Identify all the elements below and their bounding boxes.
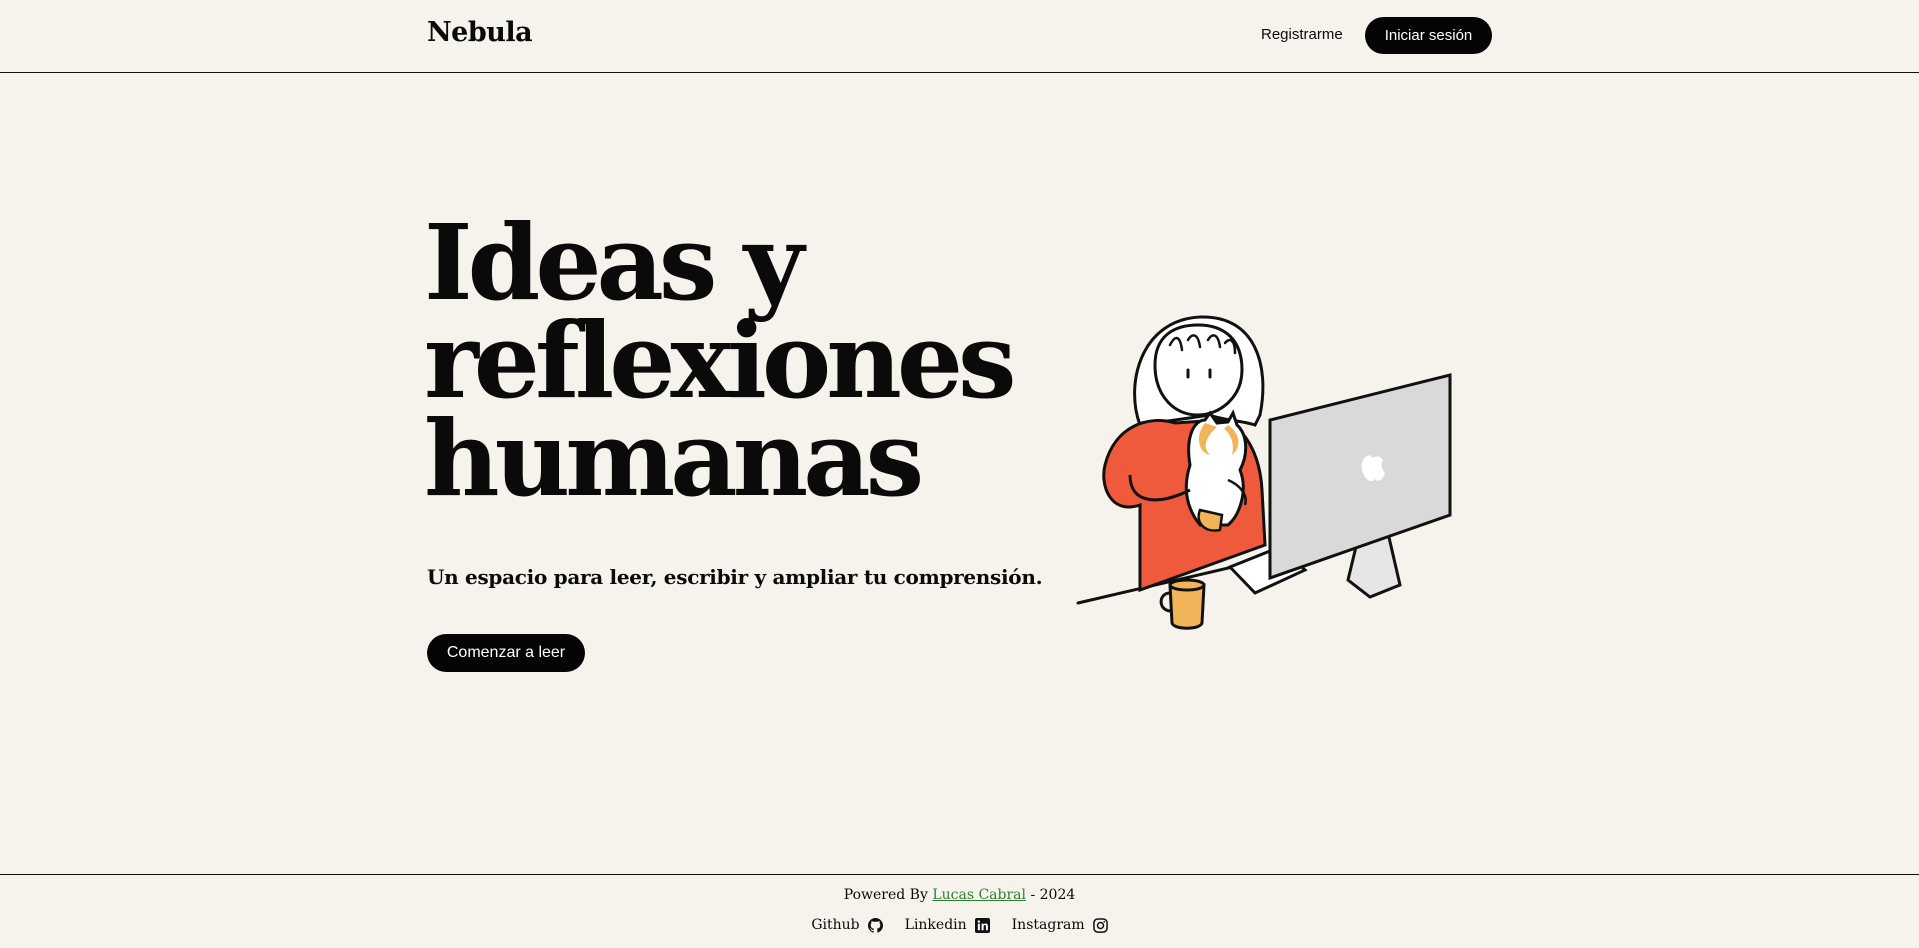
site-header: Nebula Registrarme Iniciar sesión bbox=[0, 0, 1919, 73]
social-links: Github Linkedin Instagram bbox=[0, 917, 1919, 933]
instagram-icon bbox=[1092, 917, 1108, 933]
linkedin-label: Linkedin bbox=[904, 917, 967, 933]
login-button[interactable]: Iniciar sesión bbox=[1365, 17, 1492, 54]
hero-title-line: Ideas y bbox=[424, 201, 804, 324]
hero-title-line: reflexiones bbox=[424, 299, 1017, 422]
powered-by: Powered By Lucas Cabral - 2024 bbox=[0, 887, 1919, 903]
site-footer: Powered By Lucas Cabral - 2024 Github Li… bbox=[0, 874, 1919, 948]
instagram-label: Instagram bbox=[1011, 917, 1085, 933]
hero-illustration bbox=[1076, 315, 1452, 630]
author-link[interactable]: Lucas Cabral bbox=[932, 887, 1026, 903]
brand-logo[interactable]: Nebula bbox=[427, 17, 533, 48]
hero-title-line: humanas bbox=[424, 397, 924, 520]
linkedin-link[interactable]: Linkedin bbox=[905, 917, 990, 933]
hero-title: Ideas y reflexiones humanas bbox=[424, 201, 1024, 520]
start-reading-button[interactable]: Comenzar a leer bbox=[427, 634, 585, 672]
hero-subtitle: Un espacio para leer, escribir y ampliar… bbox=[427, 565, 1043, 589]
powered-by-prefix: Powered By bbox=[843, 887, 928, 903]
instagram-link[interactable]: Instagram bbox=[1012, 917, 1108, 933]
year-suffix: - 2024 bbox=[1030, 887, 1076, 903]
linkedin-icon bbox=[974, 917, 990, 933]
github-label: Github bbox=[811, 917, 860, 933]
register-link[interactable]: Registrarme bbox=[1261, 26, 1343, 43]
github-icon bbox=[867, 917, 883, 933]
github-link[interactable]: Github bbox=[811, 917, 883, 933]
